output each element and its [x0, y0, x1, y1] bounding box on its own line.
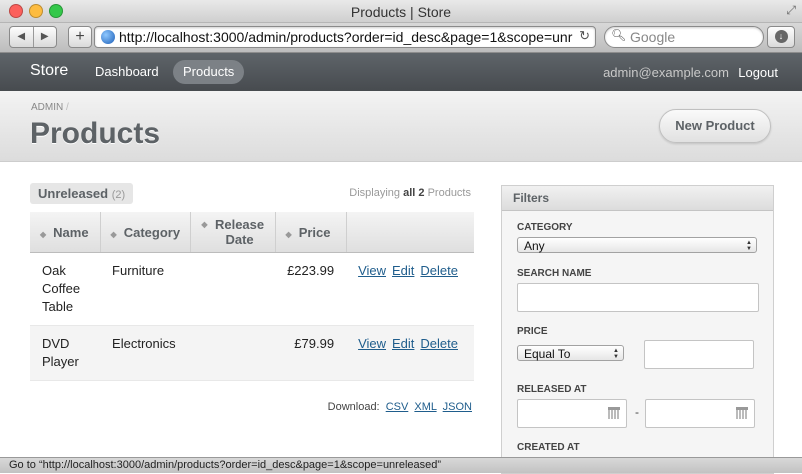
displaying-info: Displaying all 2 Products: [349, 187, 471, 199]
table-row: DVD Player Electronics £79.99 View Edit De…: [30, 325, 474, 381]
forward-icon[interactable]: ▶: [32, 27, 57, 47]
view-link[interactable]: View: [358, 263, 386, 278]
cell-name: Oak Coffee Table: [30, 252, 101, 326]
logout-link[interactable]: Logout: [738, 65, 778, 80]
reload-icon[interactable]: ↻: [579, 28, 590, 44]
price-value-input[interactable]: [644, 340, 754, 369]
column-label: Category: [123, 224, 181, 240]
download-links: Download: CSV XML JSON: [328, 401, 472, 413]
column-header-price[interactable]: ◆ Price: [275, 212, 347, 253]
sort-icon: ◆: [285, 229, 292, 239]
add-bookmark-button[interactable]: +: [68, 26, 92, 48]
web-search-placeholder: Google: [630, 29, 676, 45]
app-header: Store Dashboard Products admin@example.c…: [0, 53, 802, 91]
web-search-field[interactable]: 🔍︎ Google: [604, 26, 764, 48]
history-nav: ◀ ▶: [9, 26, 57, 48]
sort-icon: ◆: [110, 229, 117, 239]
cell-actions: View Edit Delete: [346, 325, 474, 381]
new-product-button[interactable]: New Product: [659, 109, 771, 143]
delete-link[interactable]: Delete: [420, 263, 458, 278]
site-brand[interactable]: Store: [30, 62, 68, 80]
category-filter-label: CATEGORY: [517, 222, 573, 233]
cell-price: £223.99: [275, 252, 347, 326]
cell-release-date: [190, 325, 276, 381]
scope-tab-unreleased[interactable]: Unreleased (2): [30, 183, 134, 204]
price-operator-value: Equal To: [524, 347, 571, 361]
sort-icon: ◆: [201, 220, 208, 229]
scope-label: Unreleased: [38, 186, 109, 201]
products-table: ◆ Name ◆ Category ◆ Release Date ◆ Price Oak…: [30, 212, 474, 381]
select-arrows-icon: ▲ ▼: [746, 240, 752, 252]
category-select[interactable]: Any ▲ ▼: [517, 237, 757, 253]
downloads-button[interactable]: ↓: [767, 26, 795, 48]
table-row: Oak Coffee Table Furniture £223.99 View E…: [30, 252, 474, 326]
cell-release-date: [190, 252, 276, 326]
category-select-value: Any: [524, 239, 545, 253]
window-title-bar: Products | Store ⤢: [0, 0, 802, 23]
price-filter-label: PRICE: [517, 326, 548, 337]
displaying-count: all 2: [403, 187, 425, 199]
scope-count: (2): [111, 189, 126, 201]
search-name-input[interactable]: [517, 283, 759, 312]
select-arrows-icon: ▲ ▼: [613, 348, 619, 360]
download-json-link[interactable]: JSON: [443, 401, 472, 413]
calendar-icon[interactable]: [608, 407, 620, 419]
current-user-email: admin@example.com: [603, 65, 729, 80]
released-at-label: RELEASED AT: [517, 384, 587, 395]
cell-name: DVD Player: [30, 325, 101, 381]
breadcrumb-separator: /: [66, 102, 69, 113]
page-title: Products: [30, 117, 161, 150]
column-label: Release Date: [214, 217, 265, 247]
displaying-suffix: Products: [427, 187, 471, 199]
fullscreen-icon[interactable]: ⤢: [786, 3, 796, 18]
edit-link[interactable]: Edit: [392, 263, 414, 278]
column-header-release-date[interactable]: ◆ Release Date: [190, 212, 276, 253]
table-header-row: ◆ Name ◆ Category ◆ Release Date ◆ Price: [30, 212, 474, 253]
back-icon[interactable]: ◀: [10, 27, 33, 47]
created-at-label: CREATED AT: [517, 442, 580, 453]
column-header-name[interactable]: ◆ Name: [30, 212, 101, 253]
browser-status-bar: Go to “http://localhost:3000/admin/produ…: [0, 457, 802, 473]
calendar-icon[interactable]: [736, 407, 748, 419]
cell-price: £79.99: [275, 325, 347, 381]
price-operator-select[interactable]: Equal To ▲ ▼: [517, 345, 624, 361]
cell-category: Furniture: [100, 252, 191, 326]
column-header-actions: [346, 212, 474, 253]
address-bar[interactable]: http://localhost:3000/admin/products?ord…: [94, 26, 596, 48]
search-icon: 🔍︎: [611, 28, 627, 42]
sort-icon: ◆: [40, 229, 47, 239]
download-csv-link[interactable]: CSV: [386, 401, 409, 413]
cell-category: Electronics: [100, 325, 191, 381]
column-label: Name: [53, 224, 89, 240]
breadcrumb: ADMIN /: [31, 102, 69, 113]
browser-toolbar: ◀ ▶ + http://localhost:3000/admin/produc…: [0, 23, 802, 53]
nav-item-products[interactable]: Products: [173, 60, 245, 84]
filters-title: Filters: [502, 186, 773, 211]
page-title-bar: ADMIN / Products New Product: [0, 91, 802, 162]
globe-icon: [101, 30, 115, 44]
window-title: Products | Store: [350, 4, 452, 20]
column-header-category[interactable]: ◆ Category: [100, 212, 192, 253]
nav-item-dashboard[interactable]: Dashboard: [85, 60, 169, 84]
search-name-label: SEARCH NAME: [517, 268, 592, 279]
download-label: Download:: [327, 401, 380, 413]
view-link[interactable]: View: [358, 336, 386, 351]
address-bar-url[interactable]: http://localhost:3000/admin/products?ord…: [119, 29, 573, 45]
date-range-separator: -: [635, 405, 639, 419]
cell-actions: View Edit Delete: [346, 252, 474, 326]
displaying-prefix: Displaying: [349, 187, 401, 199]
released-from-input[interactable]: [517, 399, 627, 428]
download-icon: ↓: [774, 30, 788, 43]
column-label: Price: [298, 224, 331, 240]
download-xml-link[interactable]: XML: [414, 401, 436, 413]
released-to-input[interactable]: [645, 399, 755, 428]
edit-link[interactable]: Edit: [392, 336, 414, 351]
filters-panel: Filters CATEGORY Any ▲ ▼ SEARCH NAME PRIC…: [501, 185, 774, 474]
delete-link[interactable]: Delete: [420, 336, 458, 351]
breadcrumb-admin[interactable]: ADMIN: [31, 102, 63, 113]
